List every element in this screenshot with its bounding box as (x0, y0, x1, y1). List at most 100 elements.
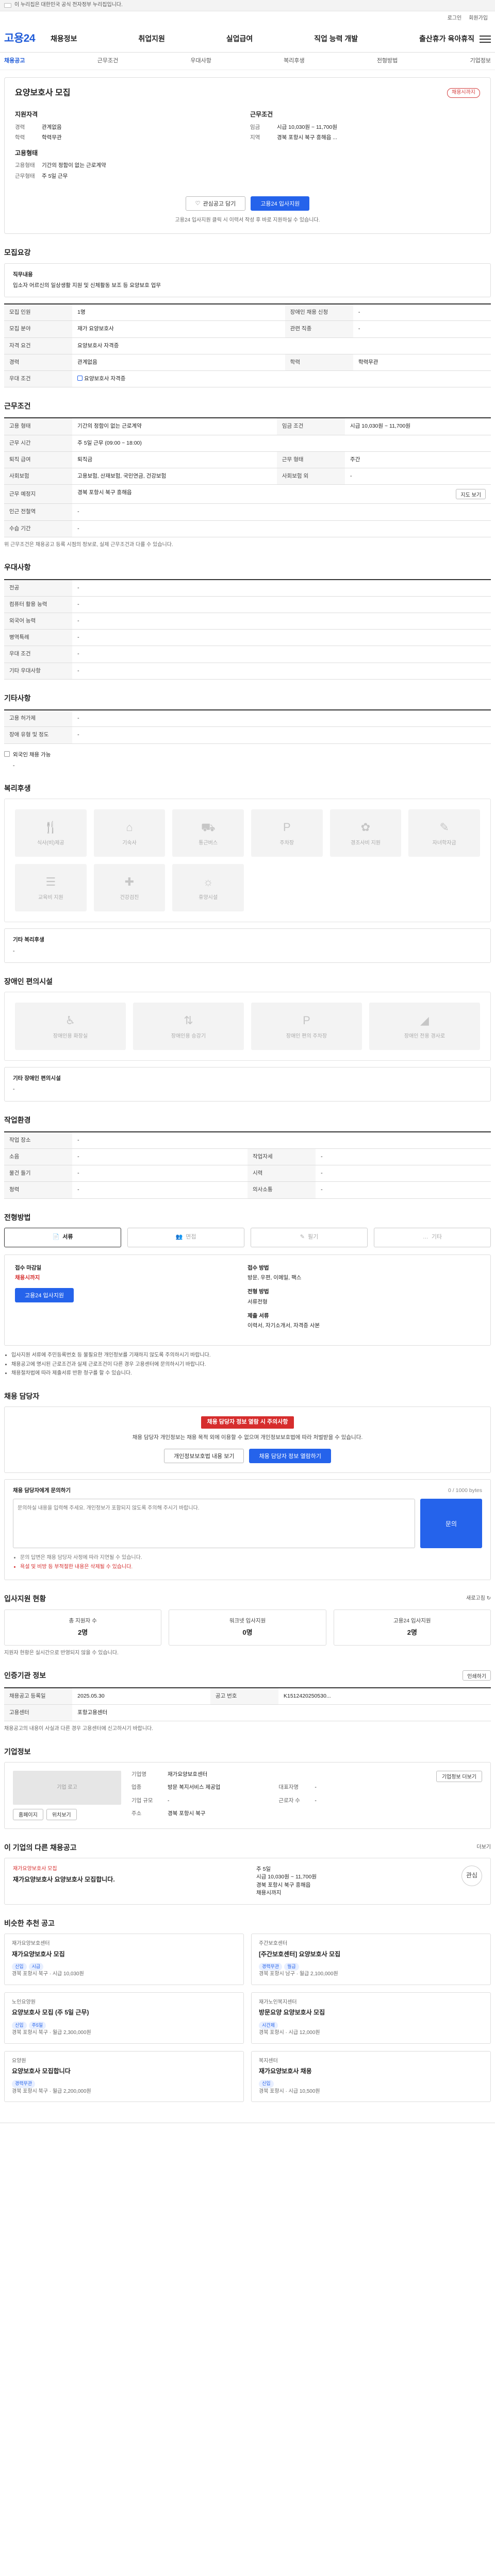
table-row: 경력 관계없음 학력 학력무관 (4, 354, 491, 371)
recommend-card[interactable]: 요양원 요양보호사 모집합니다 경력무관 경북 포항시 북구 · 월급 2,200,0… (4, 2050, 244, 2103)
row-key: 자격 요건 (4, 337, 73, 354)
view-contact-button[interactable]: 채용 담당자 정보 열람하기 (249, 1449, 331, 1464)
info-value: 경북 포항시 북구 (168, 1810, 206, 1817)
toilet-icon: ♿ (65, 1013, 76, 1027)
summary-value: 기간의 정함이 없는 근로계약 (42, 162, 106, 169)
row-value: - (345, 468, 491, 485)
gnb-item-jobs[interactable]: 채용정보 (51, 33, 77, 44)
summary-value: 주 5일 근무 (42, 173, 68, 179)
disability-tile: ◢ 장애인 전용 경사로 (369, 1003, 480, 1050)
row-value: 요양보호사 자격증 (72, 337, 491, 354)
tab-conditions[interactable]: 근무조건 (97, 57, 118, 65)
row-key: 고용센터 (4, 1704, 73, 1722)
refresh-link[interactable]: 새로고침 ↻ (466, 1595, 491, 1603)
recommend-card[interactable]: 노인요양원 요양보호사 모집 (주 5일 근무) 신입 주5일 경북 포항시 북구 · … (4, 1992, 244, 2044)
gnb-item-unemployment[interactable]: 실업급여 (226, 33, 253, 44)
logo[interactable]: 고용24 (4, 31, 51, 46)
print-button[interactable]: 인쇄하기 (463, 1670, 491, 1681)
deadline-value: 채용시까지 (15, 1275, 40, 1281)
recommend-card[interactable]: 재가요양보호센터 재가요양보호사 모집 신입 시급 경북 포항시 북구 · 시급 10,… (4, 1934, 244, 1985)
tab-welfare[interactable]: 복리후생 (284, 57, 304, 65)
rec-title: 방문요양 요양보호사 모집 (259, 2009, 325, 2016)
company-more-button[interactable]: 기업정보 더보기 (436, 1770, 482, 1782)
row-key: 시력 (248, 1165, 316, 1182)
table-row: 퇴직 급여 퇴직금 근무 형태 주간 (4, 451, 491, 469)
map-button[interactable]: 지도 보기 (456, 489, 486, 500)
more-link[interactable]: 더보기 (476, 1844, 491, 1852)
method-label: 접수 마감일 (15, 1265, 42, 1271)
disability-tile: P 장애인 편의 주차장 (251, 1003, 362, 1050)
row-key: 작업 장소 (4, 1131, 73, 1149)
row-value: - (316, 1148, 491, 1166)
other-job-heading: 재가요양보호사 모집 (13, 1866, 57, 1872)
section-title: 작업환경 (4, 1115, 31, 1124)
recommend-card[interactable]: 주간보호센터 [주간보호센터] 요양보호사 모집 경력무관 월급 경북 포항시 남구 ·… (251, 1934, 491, 1985)
other-job-conditions: 주 5일 시급 10,030원 ~ 11,700원 경북 포항시 북구 흥해읍 … (256, 1866, 452, 1897)
checkbox-icon (4, 751, 10, 757)
tab-posting[interactable]: 채용공고 (4, 57, 25, 65)
signup-link[interactable]: 회원가입 (469, 15, 488, 23)
welfare-tile: ✚ 건강검진 (93, 864, 166, 912)
menu-icon[interactable] (480, 35, 491, 43)
table-row: 수습 기간 - (4, 520, 491, 537)
applicants-section: 입사지원 현황 새로고침 ↻ 총 지원자 수 2명 워크넷 입사지원 0명 고용24 … (4, 1594, 491, 1657)
section-title: 기업정보 (4, 1747, 31, 1756)
footer (0, 2123, 495, 2143)
list-item: 채용절차법에 따라 제출서류 반환 청구를 할 수 있습니다. (11, 1370, 491, 1378)
row-key: 우대 조건 (4, 370, 73, 388)
row-value: - (353, 320, 491, 338)
tab-method[interactable]: 전형방법 (377, 57, 398, 65)
conditions-section: 근무조건 고용 형태 기간의 정함이 없는 근로계약 임금 조건 시급 10,030원… (4, 401, 491, 549)
tile-label: 장애인 전용 경사로 (404, 1033, 446, 1039)
gnb-item-training[interactable]: 직업 능력 개발 (314, 33, 358, 44)
row-key: 외국어 능력 (4, 613, 73, 630)
row-value: - (72, 1131, 491, 1149)
row-value: 재가 요양보호사 (72, 320, 285, 338)
method-section: 전형방법 📄 서류 👥 면접 ✎ 필기 … 기타 접수 마감일 채용시까지 고용24 입… (4, 1212, 491, 1378)
elevator-icon: ⇅ (184, 1013, 193, 1027)
tab-preference[interactable]: 우대사항 (190, 57, 211, 65)
location-button[interactable]: 위치보기 (46, 1808, 77, 1820)
inquiry-textarea[interactable] (13, 1499, 415, 1549)
row-value: 요양보호사 자격증 (72, 370, 491, 388)
recommend-card[interactable]: 재가노인복지센터 방문요양 요양보호사 모집 시간제 경북 포항시 · 시급 12,0… (251, 1992, 491, 2044)
scrap-circle-button[interactable]: 관심 (461, 1866, 482, 1887)
tile-label: 식사(비)제공 (37, 840, 64, 846)
parking-icon: P (283, 821, 291, 834)
preference-section: 우대사항 전공 - 컴퓨터 활용 능력 - 외국어 능력 - 병역특례 - 우대 조건 -… (4, 562, 491, 680)
company-card: 기업 로고 홈페이지 위치보기 기업명 재가요양보호센터 업종 방문 복지서비스 제… (4, 1761, 491, 1829)
tab-label: 기타 (431, 1234, 442, 1241)
row-value: - (72, 629, 491, 647)
method-label: 전형 방법 (248, 1289, 269, 1295)
method-apply-button[interactable]: 고용24 입사지원 (15, 1288, 74, 1303)
inquiry-submit-button[interactable]: 문의 (420, 1499, 482, 1549)
duty-box: 직무내용 입소자 어르신의 일상생활 지원 및 신체활동 보조 등 요양보호 업… (4, 263, 491, 298)
scrap-button[interactable]: ♡ 관심공고 담기 (185, 196, 246, 211)
section-tabs: 채용공고 근무조건 우대사항 복리후생 전형방법 기업정보 (0, 53, 495, 70)
apply-button[interactable]: 고용24 입사지원 (251, 196, 310, 211)
document-icon: 📄 (52, 1234, 60, 1241)
welfare-tile: ⛟ 통근버스 (172, 809, 244, 857)
row-value: 주간 (345, 451, 491, 469)
table-row: 작업 장소 - (4, 1131, 491, 1149)
gnb-item-leave[interactable]: 출산휴가 육아휴직 (419, 33, 474, 44)
privacy-law-button[interactable]: 개인정보보호법 내용 보기 (164, 1449, 244, 1464)
table-row: 채용공고 등록일 2025.05.30 공고 번호 K1512420250530... (4, 1687, 491, 1705)
tile-label: 건강검진 (120, 895, 139, 901)
summary-value: 시급 10,030원 ~ 11,700원 (277, 124, 337, 130)
rec-pill: 신입 (12, 1963, 27, 1971)
table-row: 근무 예정지 경북 포항시 북구 흥해읍 지도 보기 (4, 484, 491, 504)
inquiry-title: 채용 담당자에게 문의하기 (13, 1487, 71, 1494)
job-summary-card: 요양보호사 모집 채용시까지 지원자격 경력 관계없음 학력 학력무관 고용형태 고… (4, 77, 491, 234)
login-link[interactable]: 로그인 (448, 15, 462, 23)
tab-label: 필기 (307, 1234, 319, 1241)
tab-company[interactable]: 기업정보 (470, 57, 491, 65)
homepage-button[interactable]: 홈페이지 (13, 1808, 43, 1820)
other-job-card[interactable]: 재가요양보호사 모집 재가요양보호사 요양보호사 모집합니다. 주 5일 시급 … (4, 1858, 491, 1905)
gnb-item-support[interactable]: 취업지원 (138, 33, 165, 44)
row-value: - (72, 726, 491, 744)
row-key: 근무 형태 (276, 451, 345, 469)
byte-counter: 0 / 1000 bytes (448, 1487, 482, 1494)
recommend-card[interactable]: 복지센터 재가요양보호사 채용 신입 경북 포항시 · 시급 10,500원 (251, 2050, 491, 2103)
more-icon: … (422, 1234, 428, 1241)
